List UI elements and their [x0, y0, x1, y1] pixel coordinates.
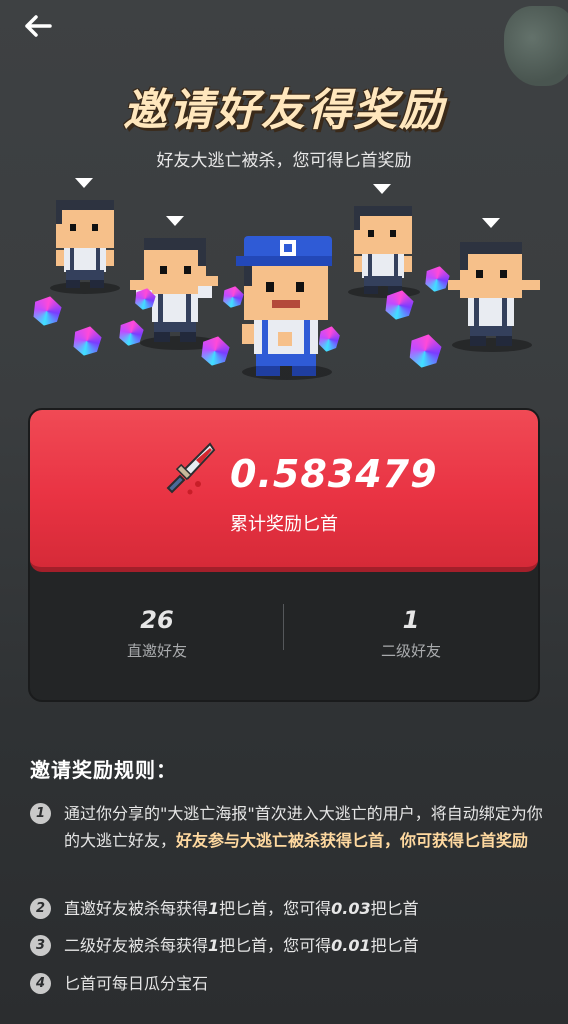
rule-text-part: 把匕首，您可得 [219, 936, 332, 955]
rule-text-part: 二级好友被杀每获得 [64, 936, 209, 955]
arrow-left-icon [25, 15, 52, 37]
rule-number-badge: 4 [30, 973, 51, 994]
rule-text: 二级好友被杀每获得1把匕首，您可得0.01把匕首 [64, 932, 544, 959]
stat-value: 1 [402, 606, 420, 634]
page-title: 邀请好友得奖励 [123, 85, 445, 136]
page-background: 邀请好友得奖励 好友大逃亡被杀，您可得匕首奖励 0.583479 累计奖励匕首 … [0, 0, 568, 1024]
stat-value: 26 [140, 606, 174, 634]
rules-title: 邀请奖励规则： [30, 758, 177, 782]
stat-label: 二级好友 [380, 642, 441, 660]
reward-summary-card: 0.583479 累计奖励匕首 26 直邀好友 1 二级好友 [28, 408, 540, 702]
rule-text-part: 把匕首 [370, 899, 419, 918]
characters-illustration [0, 170, 568, 390]
marker-icon [75, 178, 93, 188]
rule-text-part: 把匕首，您可得 [219, 899, 332, 918]
marker-icon [166, 216, 184, 226]
reward-amount-panel: 0.583479 累计奖励匕首 [30, 410, 538, 572]
reward-amount-label: 累计奖励匕首 [230, 514, 338, 535]
back-button[interactable] [20, 10, 56, 42]
rule-text: 通过你分享的"大逃亡海报"首次进入大逃亡的用户，将自动绑定为你的大逃亡好友，好友… [64, 800, 544, 854]
friend-stats: 26 直邀好友 1 二级好友 [30, 582, 538, 692]
rule-number-badge: 1 [30, 803, 51, 824]
pixel-character [448, 242, 540, 346]
pixel-character [354, 206, 412, 294]
rule-text-part: 直邀好友被杀每获得 [64, 899, 209, 918]
rule-number-bold: 1 [208, 936, 220, 955]
stat-direct-friends[interactable]: 26 直邀好友 [30, 606, 284, 661]
rule-text-part: 把匕首 [370, 936, 419, 955]
gem-icon [29, 293, 65, 329]
rule-text-highlight: 好友参与大逃亡被杀获得匕首，你可获得匕首奖励 [176, 831, 529, 850]
rule-number-badge: 3 [30, 935, 51, 956]
rule-number-bold: 0.01 [331, 936, 371, 955]
marker-icon [373, 184, 391, 194]
reward-amount: 0.583479 [230, 452, 438, 496]
rule-text: 匕首可每日瓜分宝石 [64, 970, 544, 997]
stat-label: 直邀好友 [126, 642, 187, 660]
rule-text: 直邀好友被杀每获得1把匕首，您可得0.03把匕首 [64, 895, 544, 922]
pixel-character-main [236, 236, 332, 376]
gem-icon [69, 323, 105, 359]
page-subtitle: 好友大逃亡被杀，您可得匕首奖励 [156, 151, 412, 171]
pixel-character [56, 200, 114, 288]
stat-second-level-friends[interactable]: 1 二级好友 [284, 606, 538, 661]
marker-icon [482, 218, 500, 228]
rule-text-part: 匕首可每日瓜分宝石 [64, 974, 209, 993]
dagger-icon [166, 442, 216, 495]
rule-number-bold: 1 [208, 899, 220, 918]
gem-icon [405, 331, 445, 371]
rule-number-bold: 0.03 [331, 899, 371, 918]
rule-number-badge: 2 [30, 898, 51, 919]
